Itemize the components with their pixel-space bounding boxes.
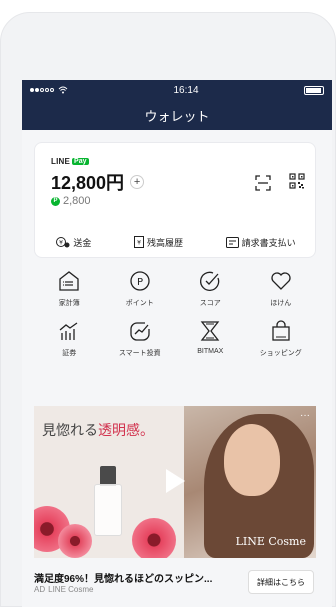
shopping-icon <box>272 320 290 341</box>
wifi-icon <box>58 86 68 94</box>
add-balance-button[interactable]: + <box>130 175 145 189</box>
ad-footer: 満足度96%！見惚れるほどのスッピン... AD LINE Cosme 詳細はこち… <box>34 566 316 602</box>
nav-bar: ウォレット <box>22 100 332 130</box>
service-bitmax[interactable]: BITMAX <box>175 320 246 358</box>
svg-text:¥: ¥ <box>137 240 141 247</box>
bill-payment-label: 請求書支払い <box>241 237 296 248</box>
service-label: ショッピング <box>259 350 302 357</box>
flower-decoration <box>132 518 176 558</box>
services-grid: 家計簿 P ポイント スコア ほけん 証券 スマート投資 BITMAX ショッピ… <box>34 270 316 388</box>
line-pay-logo-line: LINE <box>51 157 71 166</box>
service-securities[interactable]: 証券 <box>34 320 105 358</box>
service-score[interactable]: スコア <box>175 270 246 308</box>
service-label: BITMAX <box>197 348 224 355</box>
ad-headline: 見惚れる透明感。 <box>42 420 154 440</box>
service-point[interactable]: P ポイント <box>105 270 176 308</box>
line-pay-logo: LINE Pay <box>51 157 89 166</box>
services-grid-inner: 家計簿 P ポイント スコア ほけん 証券 スマート投資 BITMAX ショッピ… <box>34 270 316 358</box>
bill-icon <box>225 236 239 248</box>
send-money-label: 送金 <box>73 237 92 248</box>
svg-text:¥: ¥ <box>59 240 63 247</box>
service-label: スマート投資 <box>118 350 161 357</box>
model-face-image <box>224 424 280 496</box>
more-icon[interactable]: ··· <box>300 410 310 421</box>
ad-banner[interactable]: 見惚れる透明感。 ··· LINE Cosme <box>34 406 316 558</box>
service-label: ほけん <box>270 300 292 307</box>
bill-payment-button[interactable]: 請求書支払い <box>225 236 296 249</box>
household-account-icon <box>59 271 79 291</box>
service-smart-invest[interactable]: スマート投資 <box>105 320 176 358</box>
service-label: スコア <box>199 300 221 307</box>
point-icon: P <box>130 271 150 291</box>
scan-icon[interactable] <box>255 175 271 191</box>
points-row[interactable]: P 2,800 <box>51 195 91 207</box>
ad-overlay-brand: LINE Cosme <box>235 535 306 548</box>
serum-bottle-image <box>94 466 122 536</box>
balance-row: 12,800円 + <box>51 169 145 195</box>
smart-invest-icon <box>130 322 150 341</box>
ad-headline-prefix: 見惚れる <box>42 423 98 439</box>
details-button[interactable]: 詳細はこちら <box>248 570 314 594</box>
qr-code-icon[interactable] <box>289 173 305 189</box>
svg-text:P: P <box>137 277 143 288</box>
play-icon[interactable] <box>164 468 186 494</box>
service-shopping[interactable]: ショッピング <box>246 320 317 358</box>
point-icon-small: P <box>51 196 60 206</box>
send-money-icon: ¥ <box>56 237 70 248</box>
score-icon <box>200 271 220 291</box>
balance-card[interactable]: LINE Pay 12,800円 + P 2,800 ¥ 送金 ¥ 残高履歴 請… <box>34 142 316 258</box>
balance-history-button[interactable]: ¥ 残高履歴 <box>133 236 183 249</box>
service-label: 家計簿 <box>58 300 80 307</box>
ad-sponsor: LINE Cosme <box>48 585 94 594</box>
wallet-screen: 16:14 ウォレット LINE Pay 12,800円 + P 2,800 ¥… <box>22 80 332 607</box>
send-money-button[interactable]: ¥ 送金 <box>56 236 91 249</box>
heart-icon <box>271 272 291 290</box>
line-pay-logo-pay: Pay <box>72 158 89 165</box>
status-time: 16:14 <box>173 84 199 96</box>
action-row: ¥ 送金 ¥ 残高履歴 請求書支払い <box>35 229 317 255</box>
service-household-account[interactable]: 家計簿 <box>34 270 105 308</box>
ad-sponsor-row: AD LINE Cosme <box>34 585 93 594</box>
status-left <box>30 86 68 94</box>
signal-icon <box>30 88 54 92</box>
service-label: 証券 <box>62 350 77 357</box>
securities-icon <box>59 322 78 340</box>
status-bar: 16:14 <box>22 80 332 100</box>
points-value: 2,800 <box>63 195 91 207</box>
battery-icon <box>304 85 324 95</box>
history-icon: ¥ <box>133 236 144 248</box>
service-label: ポイント <box>125 300 154 307</box>
service-insurance[interactable]: ほけん <box>246 270 317 308</box>
ad-title[interactable]: 満足度96%！見惚れるほどのスッピン... <box>34 570 212 585</box>
balance-amount: 12,800円 <box>51 173 125 193</box>
flower-decoration <box>58 524 92 558</box>
ad-tag: AD <box>34 585 46 594</box>
bitmax-icon <box>200 321 220 341</box>
page-title: ウォレット <box>144 108 210 124</box>
balance-history-label: 残高履歴 <box>146 237 183 248</box>
ad-headline-accent: 透明感。 <box>98 423 154 439</box>
